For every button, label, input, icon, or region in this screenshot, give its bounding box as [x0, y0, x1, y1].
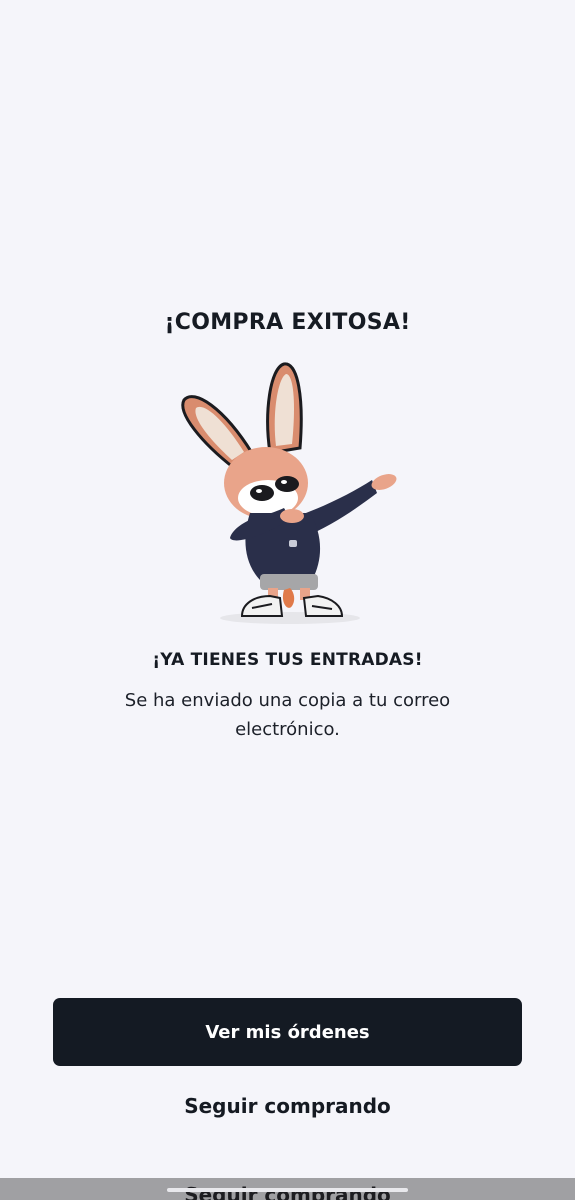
system-navigation-bar: Seguir comprando [0, 1178, 575, 1200]
email-copy-message: Se ha enviado una copia a tu correo elec… [124, 690, 451, 740]
rabbit-mascot-icon [172, 358, 402, 628]
view-orders-button[interactable]: Ver mis órdenes [53, 998, 522, 1066]
success-title: ¡COMPRA EXITOSA! [164, 310, 411, 335]
success-subtitle: ¡YA TIENES TUS ENTRADAS! [152, 650, 423, 670]
home-indicator[interactable] [167, 1188, 408, 1192]
continue-shopping-button[interactable]: Seguir comprando [0, 1094, 575, 1118]
